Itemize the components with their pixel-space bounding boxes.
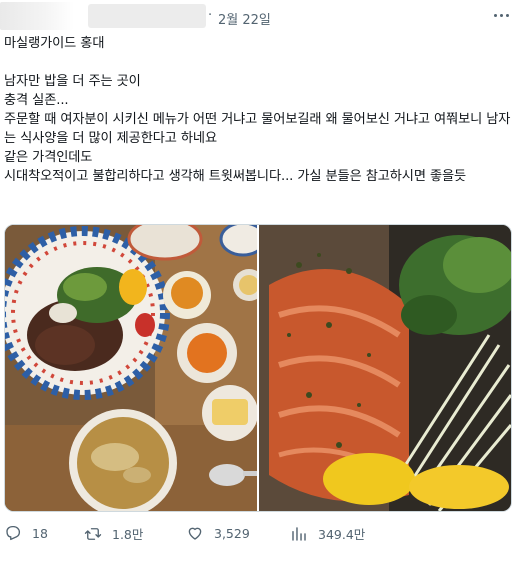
date-separator: · — [208, 8, 213, 23]
post-media[interactable] — [4, 224, 512, 512]
retweet-count: 1.8만 — [112, 527, 144, 542]
like-count: 3,529 — [214, 525, 250, 541]
retweet-button[interactable]: 1.8만 — [84, 524, 143, 543]
blurred-author-handle[interactable] — [88, 4, 206, 28]
reply-icon — [6, 525, 21, 541]
photo-fish-closeup[interactable] — [259, 225, 511, 511]
post-text: 마실랭가이드 홍대 남자만 밥을 더 주는 곳이 충격 실존... 주문할 때 … — [4, 36, 511, 184]
views-button[interactable]: 349.4만 — [290, 524, 365, 543]
blurred-author-avatar[interactable] — [0, 2, 74, 30]
post-header: · 2월 22일 — [0, 0, 520, 34]
post-date[interactable]: 2월 22일 — [218, 9, 271, 28]
retweet-icon — [84, 527, 102, 540]
like-icon — [188, 527, 202, 540]
photo-steak-plate[interactable] — [5, 225, 257, 511]
reply-count: 18 — [32, 525, 48, 541]
more-icon[interactable] — [490, 6, 512, 24]
reply-button[interactable]: 18 — [4, 524, 48, 542]
views-icon — [292, 526, 306, 541]
post-actions: 18 1.8만 3,529 349.4만 — [0, 520, 520, 548]
views-count: 349.4만 — [318, 527, 366, 542]
like-button[interactable]: 3,529 — [186, 524, 250, 542]
